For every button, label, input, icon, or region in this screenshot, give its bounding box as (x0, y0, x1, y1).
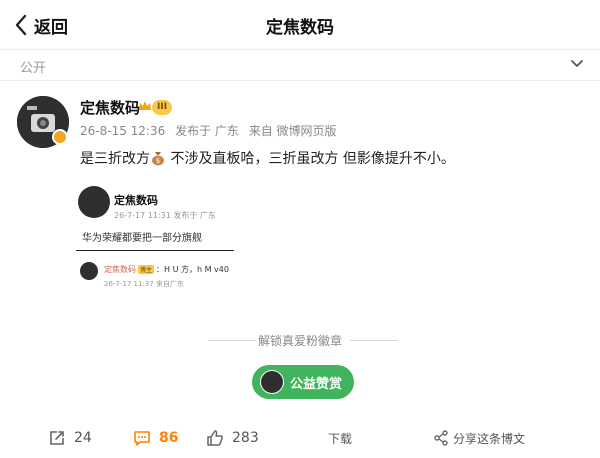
screenshot-comment-meta: 26-7-17 11:37 来自广东 (104, 280, 184, 288)
screenshot-comment-avatar (80, 262, 98, 280)
post-source: 来自 微博网页版 (248, 124, 337, 138)
post-location: 发布于 广东 (175, 124, 239, 138)
like-count: 283 (232, 430, 259, 446)
screenshot-meta: 26-7-17 11:31 发布于 广东 (114, 211, 216, 220)
verified-badge-icon (52, 129, 68, 145)
reward-button[interactable]: 公益赞赏 (252, 365, 354, 399)
screenshot-avatar (78, 186, 110, 218)
chevron-down-icon[interactable] (570, 59, 584, 69)
post-meta: 26-8-15 12:36 发布于 广东 来自 微博网页版 (80, 122, 343, 139)
screenshot-comment: 定焦数码 博主 ：H U 方，h M v40 (104, 264, 229, 275)
author-name[interactable]: 定焦数码 (80, 97, 140, 118)
share-label: 分享这条博文 (453, 431, 526, 446)
thumbs-up-icon (207, 430, 223, 446)
post-date: 26-8-15 12:36 (80, 124, 166, 138)
comment-count: 86 (159, 430, 179, 446)
level-badge: III (152, 100, 173, 115)
reward-label: 公益赞赏 (290, 377, 343, 392)
post-text-part1: 是三折改方 (80, 151, 150, 167)
fan-badge-text: 解锁真爱粉徽章 (257, 334, 342, 348)
divider-line-right (350, 340, 398, 341)
moneybag-emoji-icon: $ (152, 152, 164, 166)
post-text-part2: 不涉及直板哈，三折虽改方 但影像提升不小。 (166, 151, 455, 167)
top-bar: 返回 定焦数码 (0, 0, 600, 48)
screenshot-text: 华为荣耀都要把一部分旗舰 (82, 233, 202, 244)
action-bar: 24 86 283 下载 分享这条博文 (0, 424, 600, 452)
screenshot-divider (76, 250, 234, 251)
download-label: 下载 (328, 431, 353, 446)
repost-icon (50, 431, 64, 445)
comment-button[interactable]: 86 (133, 424, 178, 452)
share-icon (434, 430, 448, 446)
fan-badge-divider: 解锁真爱粉徽章 (0, 331, 600, 349)
crown-icon (139, 101, 151, 110)
share-button[interactable]: 分享这条博文 (433, 424, 525, 452)
screenshot-author: 定焦数码 (114, 194, 158, 207)
visibility-row[interactable]: 公开 (0, 49, 600, 81)
post-text: 是三折改方 $ 不涉及直板哈，三折虽改方 但影像提升不小。 (80, 148, 455, 168)
reward-avatar (260, 370, 284, 394)
screenshot-comment-author: 定焦数码 (104, 265, 136, 274)
visibility-label: 公开 (20, 61, 47, 76)
page-title: 定焦数码 (266, 18, 334, 38)
download-button[interactable]: 下载 (328, 424, 352, 452)
repost-button[interactable]: 24 (48, 424, 92, 452)
like-button[interactable]: 283 (206, 424, 259, 452)
comment-icon (134, 431, 150, 446)
svg-text:$: $ (156, 157, 160, 165)
screenshot-comment-badge: 博主 (138, 265, 155, 274)
repost-count: 24 (74, 430, 92, 446)
screenshot-comment-text: ：H U 方，h M v40 (156, 265, 229, 274)
attached-screenshot-image[interactable]: 定焦数码 26-7-17 11:31 发布于 广东 华为荣耀都要把一部分旗舰 定… (76, 178, 234, 296)
